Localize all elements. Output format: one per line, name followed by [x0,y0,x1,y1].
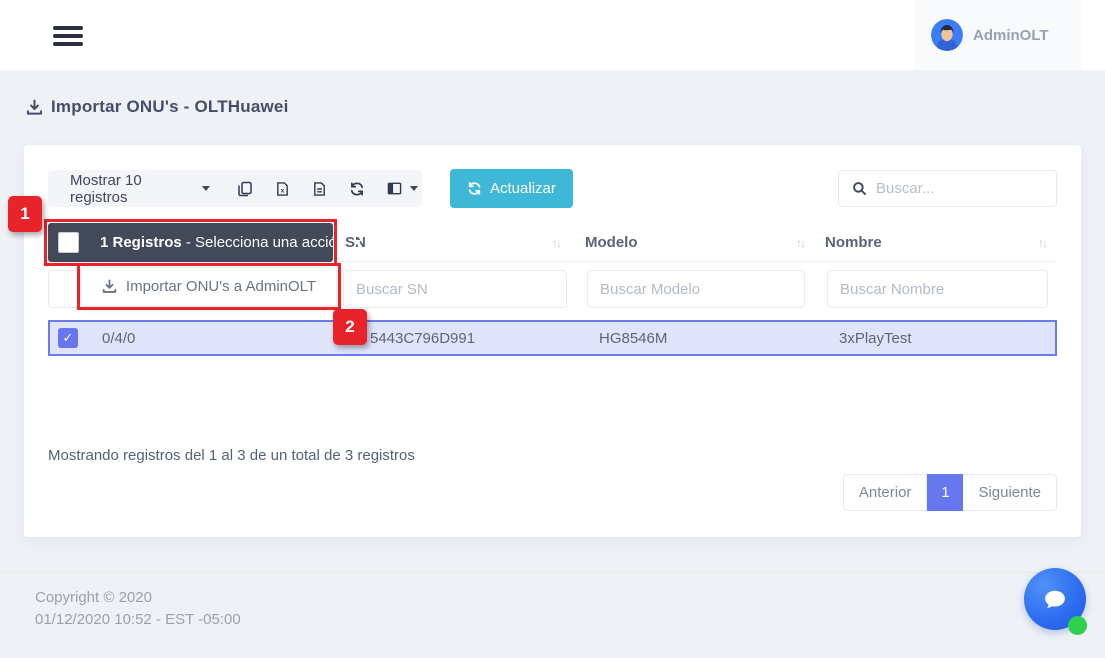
sort-icon[interactable]: ↑↓ [796,223,804,262]
selected-count-label: 1 Registros [100,234,182,251]
document-icon [312,181,327,197]
table-row[interactable]: ✓ 0/4/0 5443C796D991 HG8546M 3xPlayTest [48,320,1057,356]
import-download-icon [102,279,117,294]
user-avatar [931,19,963,51]
caret-down-icon [353,240,361,245]
export-excel-button[interactable]: x [263,170,300,207]
import-onus-label: Importar ONU's a AdminOLT [126,278,316,295]
chat-bubble-icon [1038,582,1072,616]
cell-interface: 0/4/0 [102,322,135,354]
footer-divider [0,572,1105,573]
columns-icon [386,181,403,196]
cell-nombre: 3xPlayTest [839,322,912,354]
copy-icon [237,181,253,197]
annotation-badge-1: 1 [8,196,42,232]
footer-timestamp: 01/12/2020 10:52 - EST -05:00 [35,611,241,628]
pagination-previous[interactable]: Anterior [843,474,928,511]
page-title-text: Importar ONU's - OLTHuawei [51,97,289,117]
user-menu[interactable]: AdminOLT [915,0,1081,70]
caret-down-icon [410,186,418,191]
top-navbar: AdminOLT [0,0,1105,70]
actualizar-button[interactable]: Actualizar [450,169,573,208]
row-checkbox-checked[interactable]: ✓ [58,328,78,348]
sort-icon[interactable]: ↑↓ [552,223,560,262]
pagination-next[interactable]: Siguiente [963,474,1057,511]
search-input[interactable] [876,180,1026,197]
filter-modelo-input[interactable] [587,270,805,308]
export-file-button[interactable] [301,170,338,207]
import-onus-menu-item[interactable]: Importar ONU's a AdminOLT [81,267,337,306]
filter-sn-input[interactable] [343,270,567,308]
online-status-dot [1068,616,1087,635]
sort-icon[interactable]: ↑↓ [1038,223,1046,262]
user-name: AdminOLT [973,27,1049,44]
pagination-page-1[interactable]: 1 [927,474,963,511]
screen: AdminOLT Importar ONU's - OLTHuawei Most… [0,0,1105,658]
column-header-nombre[interactable]: Nombre [825,223,882,262]
page-title: Importar ONU's - OLTHuawei [26,97,289,117]
show-entries-dropdown[interactable]: Mostrar 10 registros [48,170,226,207]
svg-text:x: x [280,187,284,194]
copy-button[interactable] [226,170,263,207]
cell-sn: 5443C796D991 [370,322,475,354]
select-all-checkbox[interactable] [58,232,79,253]
caret-down-icon [202,186,210,191]
table-toolbar: Mostrar 10 registros x [48,170,422,207]
onu-table-card: Mostrar 10 registros x [24,145,1081,537]
reload-table-button[interactable] [338,170,375,207]
refresh-icon [349,181,365,197]
search-icon [852,181,867,196]
footer-copyright: Copyright © 2020 [35,589,152,606]
cell-modelo: HG8546M [599,322,667,354]
excel-file-icon: x [275,181,290,197]
hamburger-menu-icon[interactable] [53,26,83,50]
show-entries-label: Mostrar 10 registros [70,172,194,206]
column-visibility-caret[interactable] [405,170,422,207]
global-search [838,170,1057,207]
filter-nombre-input[interactable] [827,270,1048,308]
annotation-badge-2: 2 [333,309,367,345]
bulk-action-label: - Selecciona una acción [186,234,345,251]
bulk-action-dropdown[interactable]: 1 Registros - Selecciona una acción [48,223,333,262]
pagination: Anterior 1 Siguiente [843,474,1057,511]
import-download-icon [26,99,43,116]
check-icon: ✓ [63,330,74,346]
records-summary: Mostrando registros del 1 al 3 de un tot… [48,447,415,464]
refresh-icon [467,181,482,196]
column-header-modelo[interactable]: Modelo [585,223,638,262]
actualizar-label: Actualizar [490,180,556,197]
chat-widget-button[interactable] [1024,568,1086,630]
